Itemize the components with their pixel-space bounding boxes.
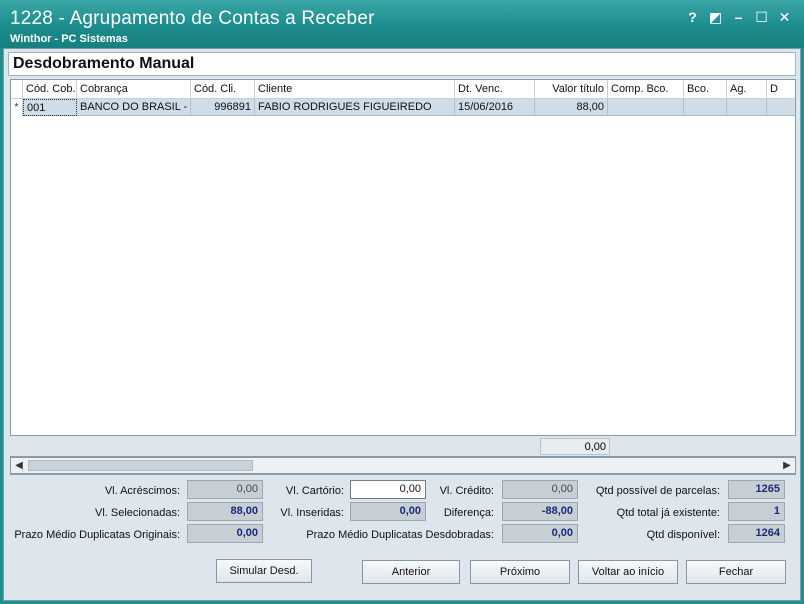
proximo-button[interactable]: Próximo: [470, 560, 570, 584]
label-vl-acrescimos: Vl. Acréscimos:: [104, 485, 180, 497]
prazo-originais-field: 0,00: [187, 524, 263, 543]
header-cliente[interactable]: Cliente: [255, 80, 455, 99]
grid-header: Cód. Cob. Cobrança Cód. Cli. Cliente Dt.…: [11, 80, 795, 99]
qtd-disponivel-field: 1264: [728, 524, 785, 543]
cell-valor-titulo[interactable]: 88,00: [535, 99, 608, 116]
header-bco[interactable]: Bco.: [684, 80, 727, 99]
anterior-button[interactable]: Anterior: [362, 560, 460, 584]
header-cobranca[interactable]: Cobrança: [77, 80, 191, 99]
header-cod-cli[interactable]: Cód. Cli.: [191, 80, 255, 99]
window-controls: ? ◩ – ☐ ✕: [681, 8, 796, 26]
title-bar: 1228 - Agrupamento de Contas a Receber W…: [0, 0, 804, 48]
content-frame: Desdobramento Manual Cód. Cob. Cobrança …: [3, 48, 801, 601]
vl-selecionadas-field: 88,00: [187, 502, 263, 521]
scroll-right-icon[interactable]: ▶: [779, 458, 795, 473]
fechar-button[interactable]: Fechar: [686, 560, 786, 584]
label-qtd-existente: Qtd total já existente:: [616, 507, 720, 519]
header-valor-titulo[interactable]: Valor título: [535, 80, 608, 99]
cell-bco[interactable]: [684, 99, 727, 116]
qtd-possivel-field: 1265: [728, 480, 785, 499]
close-icon[interactable]: ✕: [773, 8, 796, 26]
cell-cobranca[interactable]: BANCO DO BRASIL - CO: [77, 99, 191, 116]
label-vl-credito: Vl. Crédito:: [439, 485, 494, 497]
app-window: 1228 - Agrupamento de Contas a Receber W…: [0, 0, 804, 604]
label-vl-cartorio: Vl. Cartório:: [285, 485, 344, 497]
cell-cod-cli[interactable]: 996891: [191, 99, 255, 116]
header-d[interactable]: D: [767, 80, 795, 99]
cell-cliente[interactable]: FABIO RODRIGUES FIGUEIREDO: [255, 99, 455, 116]
row-indicator-icon: *: [11, 99, 23, 116]
window-title: 1228 - Agrupamento de Contas a Receber: [10, 8, 375, 29]
label-prazo-desdobradas: Prazo Médio Duplicatas Desdobradas:: [306, 529, 494, 541]
header-comp-bco[interactable]: Comp. Bco.: [608, 80, 684, 99]
label-qtd-possivel: Qtd possível de parcelas:: [595, 485, 720, 497]
header-cod-cob[interactable]: Cód. Cob.: [23, 80, 77, 99]
horizontal-scrollbar[interactable]: ◀ ▶: [10, 457, 796, 474]
edit-window-icon[interactable]: ◩: [704, 8, 727, 26]
help-icon[interactable]: ?: [681, 8, 704, 26]
titles-grid[interactable]: Cód. Cob. Cobrança Cód. Cli. Cliente Dt.…: [10, 79, 796, 475]
prazo-desdobradas-field: 0,00: [502, 524, 578, 543]
cell-ag[interactable]: [727, 99, 767, 116]
cell-cod-cob[interactable]: 001: [23, 99, 77, 116]
window-subtitle: Winthor - PC Sistemas: [10, 33, 128, 45]
vl-cartorio-input[interactable]: 0,00: [350, 480, 426, 499]
label-diferenca: Diferença:: [443, 507, 494, 519]
vl-credito-field: 0,00: [502, 480, 578, 499]
vl-inseridas-field: 0,00: [350, 502, 426, 521]
cell-dt-venc[interactable]: 15/06/2016: [455, 99, 535, 116]
footer-total-valor: 0,00: [540, 438, 610, 455]
scroll-thumb[interactable]: [28, 460, 253, 471]
simular-desd-button[interactable]: Simular Desd.: [216, 559, 312, 583]
scroll-left-icon[interactable]: ◀: [11, 458, 27, 473]
cell-d[interactable]: [767, 99, 795, 116]
label-qtd-disponivel: Qtd disponível:: [646, 529, 720, 541]
voltar-inicio-button[interactable]: Voltar ao início: [578, 560, 678, 584]
minimize-icon[interactable]: –: [727, 8, 750, 26]
cell-comp-bco[interactable]: [608, 99, 684, 116]
qtd-existente-field: 1: [728, 502, 785, 521]
vl-acrescimos-field: 0,00: [187, 480, 263, 499]
table-row[interactable]: 001 BANCO DO BRASIL - CO 996891 FABIO RO…: [11, 99, 795, 116]
label-vl-inseridas: Vl. Inseridas:: [280, 507, 344, 519]
label-vl-selecionadas: Vl. Selecionadas:: [95, 507, 180, 519]
header-marker: [11, 80, 23, 99]
panel-title: Desdobramento Manual: [8, 52, 796, 76]
label-prazo-originais: Prazo Médio Duplicatas Originais:: [14, 529, 180, 541]
diferenca-field: -88,00: [502, 502, 578, 521]
maximize-icon[interactable]: ☐: [750, 8, 773, 26]
header-dt-venc[interactable]: Dt. Venc.: [455, 80, 535, 99]
header-ag[interactable]: Ag.: [727, 80, 767, 99]
grid-footer: 0,00: [10, 435, 796, 457]
